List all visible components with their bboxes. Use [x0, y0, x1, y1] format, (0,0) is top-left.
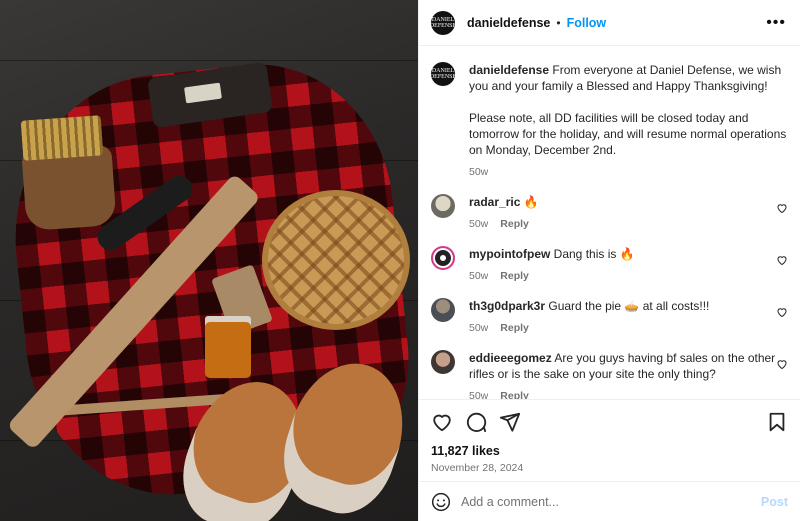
post-header: DANIEL DEFENSE danieldefense • Follow ••… — [419, 0, 800, 46]
comment-username[interactable]: th3g0dpark3r — [469, 299, 545, 313]
comment-age: 50w — [469, 218, 489, 230]
account-avatar[interactable]: DANIEL DEFENSE — [430, 10, 456, 35]
comment-icon[interactable] — [465, 411, 487, 433]
post-caption: DANIEL DEFENSE danieldefense From everyo… — [430, 62, 788, 180]
like-count[interactable]: 11,827 likes — [431, 444, 788, 458]
post-actions: 11,827 likes November 28, 2024 — [419, 399, 800, 481]
reply-button[interactable]: Reply — [500, 218, 529, 230]
candle-jar — [205, 322, 251, 378]
comments-scroll[interactable]: DANIEL DEFENSE danieldefense From everyo… — [419, 46, 800, 399]
comment-age: 50w — [469, 390, 489, 399]
comment-username[interactable]: mypointofpew — [469, 247, 550, 261]
reply-button[interactable]: Reply — [500, 270, 529, 282]
caption-age: 50w — [469, 166, 489, 178]
comment-item: mypointofpew Dang this is 🔥 50w Reply — [431, 246, 788, 284]
post-date: November 28, 2024 — [431, 462, 524, 474]
account-username[interactable]: danieldefense — [467, 16, 550, 30]
comment-text: 🔥 — [523, 195, 539, 209]
caption-username[interactable]: danieldefense — [469, 63, 549, 77]
comment-heart-icon[interactable] — [776, 254, 788, 266]
commenter-avatar[interactable] — [431, 194, 455, 218]
ammo-rounds — [20, 115, 104, 161]
comment-text: Dang this is 🔥 — [553, 247, 635, 261]
comment-age: 50w — [469, 270, 489, 282]
post-comment-button[interactable]: Post — [761, 495, 788, 509]
comment-username[interactable]: eddieeegomez — [469, 351, 552, 365]
post-photo[interactable] — [0, 0, 418, 521]
comment-heart-icon[interactable] — [776, 306, 788, 318]
reply-button[interactable]: Reply — [500, 390, 529, 399]
comment-heart-icon[interactable] — [776, 202, 788, 214]
share-icon[interactable] — [499, 411, 521, 433]
commenter-avatar[interactable] — [431, 298, 455, 322]
comment-item: eddieeegomez Are you guys having bf sale… — [431, 350, 788, 399]
comment-username[interactable]: radar_ric — [469, 195, 520, 209]
heart-icon[interactable] — [431, 411, 453, 433]
comment-heart-icon[interactable] — [776, 358, 788, 370]
reply-button[interactable]: Reply — [500, 322, 529, 334]
caption-avatar[interactable]: DANIEL DEFENSE — [430, 62, 456, 86]
comment-item: th3g0dpark3r Guard the pie 🥧 at all cost… — [431, 298, 788, 336]
bookmark-icon[interactable] — [766, 411, 788, 433]
instagram-post: DANIEL DEFENSE danieldefense • Follow ••… — [0, 0, 800, 521]
follow-button[interactable]: Follow — [567, 16, 607, 30]
separator-dot: • — [556, 15, 561, 30]
commenter-avatar[interactable] — [431, 350, 455, 374]
comment-text: Guard the pie 🥧 at all costs!!! — [548, 299, 710, 313]
more-options-icon[interactable]: ••• — [766, 14, 786, 32]
wood-plank-line — [0, 60, 418, 61]
lattice-pie — [262, 190, 410, 330]
comment-age: 50w — [469, 322, 489, 334]
comment-input[interactable] — [461, 494, 761, 509]
commenter-avatar[interactable] — [431, 246, 455, 270]
comment-item: radar_ric 🔥 50w Reply — [431, 194, 788, 232]
post-sidebar: DANIEL DEFENSE danieldefense • Follow ••… — [418, 0, 800, 521]
comment-composer: Post — [419, 481, 800, 521]
emoji-icon[interactable] — [431, 492, 451, 512]
caption-text-2: Please note, all DD facilities will be c… — [469, 111, 787, 157]
